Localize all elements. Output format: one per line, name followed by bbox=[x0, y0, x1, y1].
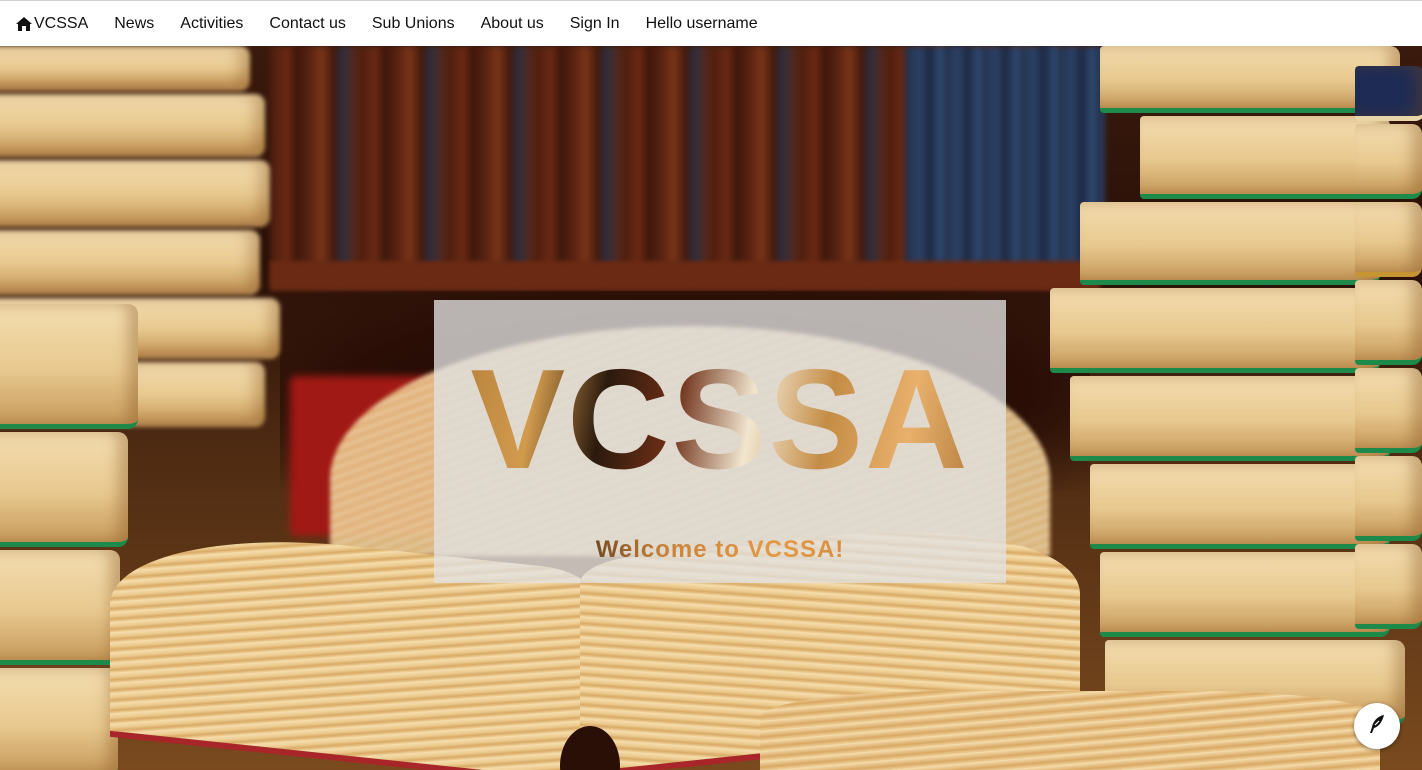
nav-item-about-us[interactable]: About us bbox=[481, 15, 544, 33]
book-stack-far-right bbox=[1355, 66, 1422, 632]
home-icon bbox=[16, 16, 32, 31]
nav-item-sub-unions[interactable]: Sub Unions bbox=[372, 15, 455, 33]
nav-item-user-greeting[interactable]: Hello username bbox=[646, 15, 758, 33]
nav-item-contact-us[interactable]: Contact us bbox=[269, 15, 345, 33]
welcome-panel: VCSSA Welcome to VCSSA! bbox=[434, 300, 1006, 583]
brand-link[interactable]: VCSSA bbox=[16, 15, 88, 33]
nav-item-activities[interactable]: Activities bbox=[180, 15, 243, 33]
hero-title: VCSSA bbox=[434, 349, 1006, 491]
nav-item-news[interactable]: News bbox=[114, 15, 154, 33]
brand-label: VCSSA bbox=[34, 14, 89, 32]
feather-icon bbox=[1366, 713, 1388, 740]
bottom-book bbox=[760, 691, 1380, 770]
top-navbar: VCSSA News Activities Contact us Sub Uni… bbox=[0, 0, 1422, 46]
hero-subtitle: Welcome to VCSSA! bbox=[434, 536, 1006, 564]
nav-item-sign-in[interactable]: Sign In bbox=[570, 15, 620, 33]
shelf-board bbox=[270, 261, 1100, 291]
feedback-button[interactable] bbox=[1354, 703, 1400, 749]
